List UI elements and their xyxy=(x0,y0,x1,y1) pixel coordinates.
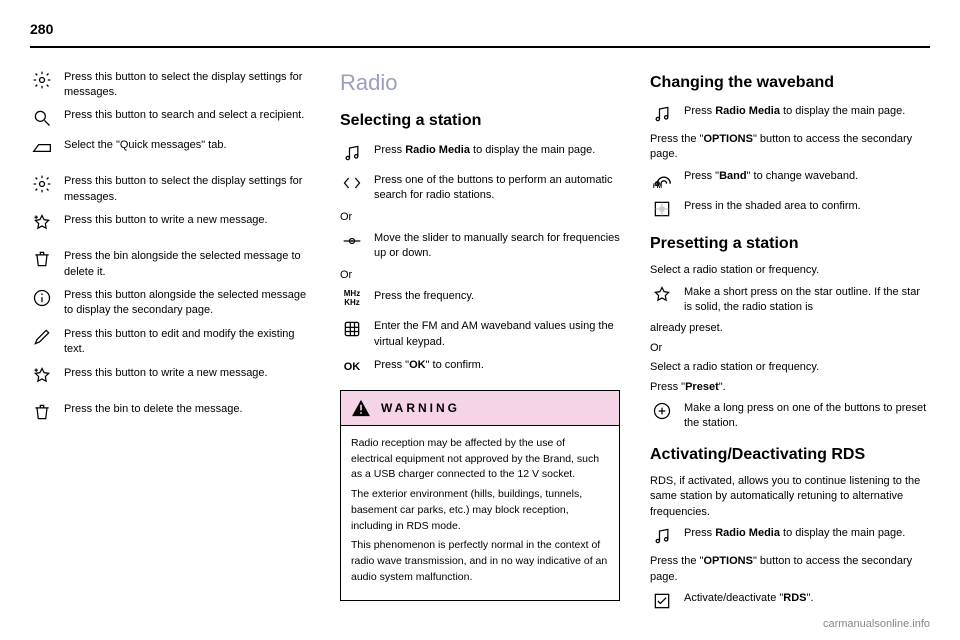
music-icon xyxy=(650,102,674,126)
instruction-row: Press in the shaded area to confirm. xyxy=(650,197,930,221)
subsection-changing-waveband: Changing the waveband xyxy=(650,72,930,94)
grid-icon xyxy=(650,197,674,221)
warning-header: WARNING xyxy=(341,391,619,426)
instruction-row: Enter the FM and AM waveband values usin… xyxy=(340,317,620,350)
instruction-text: Press this button to write a new message… xyxy=(64,364,310,381)
instruction-text: Press this button to select the display … xyxy=(64,172,310,205)
instruction-text: Press Radio Media to display the main pa… xyxy=(684,524,930,541)
content-columns: Press this button to select the display … xyxy=(30,68,930,619)
instruction-text: Move the slider to manually search for f… xyxy=(374,229,620,262)
star-plus-icon xyxy=(30,211,54,235)
trash-icon xyxy=(30,400,54,424)
instruction-text: Press the frequency. xyxy=(374,287,620,304)
star-icon xyxy=(650,283,674,307)
instruction-row: Make a long press on one of the buttons … xyxy=(650,399,930,432)
instruction-text: Press the bin alongside the selected mes… xyxy=(64,247,310,280)
instruction-row: Press this button to write a new message… xyxy=(30,364,310,388)
section-title-radio: Radio xyxy=(340,68,620,99)
mhz-icon: MHzKHz xyxy=(340,287,364,311)
paragraph: RDS, if activated, allows you to continu… xyxy=(650,474,930,520)
paragraph: Select a radio station or frequency. xyxy=(650,360,930,375)
or-text: Or xyxy=(650,341,930,356)
instruction-text: Activate/deactivate "RDS". xyxy=(684,589,930,606)
subsection-presetting-station: Presetting a station xyxy=(650,233,930,255)
paragraph: Select a radio station or frequency. xyxy=(650,263,930,278)
or-text: Or xyxy=(340,210,620,225)
instruction-row: MHzKHz Press the frequency. xyxy=(340,287,620,311)
instruction-row: Activate/deactivate "RDS". xyxy=(650,589,930,613)
arrows-icon xyxy=(340,171,364,195)
instruction-row: FM Press "Band" to change waveband. xyxy=(650,167,930,191)
instruction-row: Press Radio Media to display the main pa… xyxy=(340,141,620,165)
instruction-text: Make a long press on one of the buttons … xyxy=(684,399,930,432)
instruction-row: Press the bin to delete the message. xyxy=(30,400,310,424)
gear-icon xyxy=(30,68,54,92)
instruction-row: Press this button to edit and modify the… xyxy=(30,325,310,358)
instruction-text: Press this button to search and select a… xyxy=(64,106,310,123)
or-text: Or xyxy=(340,268,620,283)
fm-icon: FM xyxy=(650,167,674,191)
column-2: Radio Selecting a station Press Radio Me… xyxy=(340,68,620,619)
paragraph: Press "Preset". xyxy=(650,380,930,395)
instruction-row: Press this button to write a new message… xyxy=(30,211,310,235)
warning-body: Radio reception may be affected by the u… xyxy=(341,426,619,600)
instruction-text: Press in the shaded area to confirm. xyxy=(684,197,930,214)
instruction-row: Press this button to select the display … xyxy=(30,172,310,205)
instruction-text: Select the "Quick messages" tab. xyxy=(64,136,310,153)
plus-circle-icon xyxy=(650,399,674,423)
instruction-row: Make a short press on the star outline. … xyxy=(650,283,930,316)
music-icon xyxy=(340,141,364,165)
instruction-row: Press Radio Media to display the main pa… xyxy=(650,102,930,126)
instruction-text: Press this button to edit and modify the… xyxy=(64,325,310,358)
instruction-text: Press Radio Media to display the main pa… xyxy=(684,102,930,119)
instruction-text: Press "Band" to change waveband. xyxy=(684,167,930,184)
instruction-text: Press this button to write a new message… xyxy=(64,211,310,228)
instruction-text: Press one of the buttons to perform an a… xyxy=(374,171,620,204)
instruction-row: OK Press "OK" to confirm. xyxy=(340,356,620,380)
gear-icon xyxy=(30,172,54,196)
footer-watermark: carmanualsonline.info xyxy=(823,617,930,632)
warning-box: WARNING Radio reception may be affected … xyxy=(340,390,620,601)
page-number: 280 xyxy=(30,20,930,48)
instruction-row: Press one of the buttons to perform an a… xyxy=(340,171,620,204)
instruction-row: Select the "Quick messages" tab. xyxy=(30,136,310,160)
keypad-icon xyxy=(340,317,364,341)
warning-title: WARNING xyxy=(381,400,460,417)
column-1: Press this button to select the display … xyxy=(30,68,310,619)
pencil-icon xyxy=(30,325,54,349)
ok-icon: OK xyxy=(340,356,364,380)
instruction-row: Move the slider to manually search for f… xyxy=(340,229,620,262)
instruction-text: Enter the FM and AM waveband values usin… xyxy=(374,317,620,350)
subsection-selecting-station: Selecting a station xyxy=(340,110,620,132)
svg-text:FM: FM xyxy=(653,183,662,190)
instruction-row: Press this button to search and select a… xyxy=(30,106,310,130)
check-icon xyxy=(650,589,674,613)
instruction-row: Press Radio Media to display the main pa… xyxy=(650,524,930,548)
tab-icon xyxy=(30,136,54,160)
warning-triangle-icon xyxy=(351,399,371,417)
paragraph: already preset. xyxy=(650,321,930,336)
magnify-icon xyxy=(30,106,54,130)
instruction-row: Press the bin alongside the selected mes… xyxy=(30,247,310,280)
instruction-text: Press "OK" to confirm. xyxy=(374,356,620,373)
instruction-row: Press this button to select the display … xyxy=(30,68,310,101)
instruction-text: Press this button to select the display … xyxy=(64,68,310,101)
subsection-rds: Activating/Deactivating RDS xyxy=(650,444,930,466)
instruction-text: Press Radio Media to display the main pa… xyxy=(374,141,620,158)
instruction-text: Make a short press on the star outline. … xyxy=(684,283,930,316)
star-plus-icon xyxy=(30,364,54,388)
music-icon xyxy=(650,524,674,548)
slider-icon xyxy=(340,229,364,253)
instruction-text: Press the bin to delete the message. xyxy=(64,400,310,417)
column-3: Changing the waveband Press Radio Media … xyxy=(650,68,930,619)
instruction-text: Press this button alongside the selected… xyxy=(64,286,310,319)
instruction-row: Press this button alongside the selected… xyxy=(30,286,310,319)
trash-icon xyxy=(30,247,54,271)
paragraph: Press the "OPTIONS" button to access the… xyxy=(650,132,930,163)
paragraph: Press the "OPTIONS" button to access the… xyxy=(650,554,930,585)
info-icon xyxy=(30,286,54,310)
